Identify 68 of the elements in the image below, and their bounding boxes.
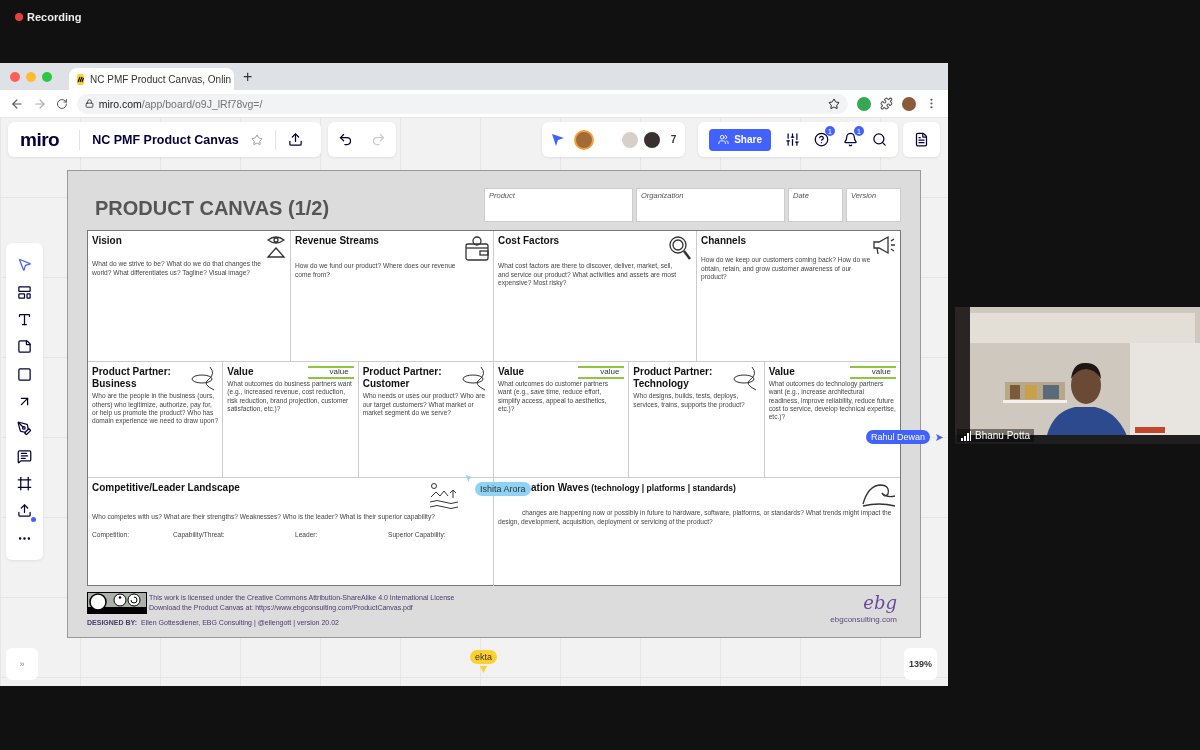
canvas-title: PRODUCT CANVAS (1/2) — [94, 196, 330, 220]
select-icon[interactable] — [17, 257, 32, 273]
templates-icon[interactable] — [17, 284, 32, 300]
address-bar[interactable]: miro.com/app/board/o9J_lRf78vg=/ — [76, 93, 849, 114]
section-title: Value — [768, 366, 795, 378]
help-icon[interactable] — [814, 132, 829, 147]
board-title[interactable]: NC PMF Product Canvas — [92, 132, 239, 147]
text-icon[interactable] — [17, 311, 32, 327]
comment-icon[interactable] — [17, 448, 32, 464]
reload-icon[interactable] — [55, 97, 68, 110]
cursor-label: Rahul Dewan — [866, 430, 931, 444]
notification-dot — [31, 517, 36, 523]
upload-icon[interactable] — [17, 503, 32, 519]
undo-icon[interactable] — [337, 132, 353, 147]
value-tag: value — [850, 366, 896, 380]
star-icon[interactable] — [250, 133, 263, 146]
wallet-icon — [465, 235, 489, 262]
search-icon[interactable] — [872, 132, 887, 147]
participant-name: Bhanu Potta — [975, 430, 1031, 441]
notifications-icon[interactable] — [843, 132, 858, 147]
section-title: Product Partner: Technology — [633, 366, 714, 390]
cursor-icon — [935, 432, 945, 442]
extensions-icon[interactable] — [880, 97, 894, 110]
section-title: Channels — [701, 235, 746, 247]
recording-label: Recording — [27, 11, 82, 23]
section-title: ation Waves (technology | platforms | standards) — [531, 482, 736, 495]
zoom-level[interactable]: 139% — [903, 648, 937, 680]
wave-icon — [862, 482, 896, 509]
sticky-note-icon[interactable] — [17, 339, 32, 355]
pen-icon[interactable] — [17, 421, 32, 437]
eye-pyramid-icon — [266, 235, 286, 260]
section-title: Cost Factors — [498, 235, 560, 247]
section-title: Product Partner: Business — [92, 366, 172, 390]
shape-icon[interactable] — [17, 366, 32, 382]
browser-tab[interactable]: NC PMF Product Canvas, Onlin — [69, 68, 234, 90]
miro-logo[interactable]: miro — [20, 128, 60, 151]
users-icon — [718, 134, 730, 145]
section-title: Value — [498, 366, 525, 378]
extension-icon[interactable] — [857, 96, 872, 111]
share-button[interactable]: Share — [709, 128, 771, 151]
section-title: Competitive/Leader Landscape — [92, 482, 240, 494]
cursor-icon — [465, 474, 474, 484]
cursor-arrow-icon[interactable] — [550, 132, 565, 147]
lock-icon — [84, 99, 94, 108]
new-tab-button[interactable]: + — [243, 67, 253, 86]
settings-sliders-icon[interactable] — [785, 132, 800, 147]
notes-icon[interactable] — [914, 132, 929, 147]
value-tag: value — [307, 366, 354, 380]
website-text: ebgconsulting.com — [830, 615, 897, 625]
favicon-icon — [77, 73, 84, 85]
cursor-label: Ishita Arora — [475, 482, 531, 497]
section-title: Value — [227, 366, 254, 378]
ebg-logo: ebg — [863, 594, 897, 613]
frame-icon[interactable] — [17, 476, 32, 492]
megaphone-icon — [872, 235, 896, 256]
recording-dot — [15, 13, 23, 21]
bookmark-star-icon[interactable] — [828, 97, 841, 110]
export-icon[interactable] — [287, 132, 303, 147]
section-title: Product Partner: Customer — [362, 366, 443, 390]
magnifier-icon — [668, 235, 692, 262]
collaborator-count[interactable]: 7 — [670, 134, 677, 145]
value-tag: value — [578, 366, 625, 380]
back-icon[interactable] — [10, 96, 24, 111]
license-badge-icon — [87, 592, 147, 615]
profile-avatar[interactable] — [902, 96, 917, 111]
signal-icon — [961, 430, 971, 441]
section-title: Revenue Streams — [295, 235, 379, 247]
section-title: Vision — [92, 235, 122, 247]
